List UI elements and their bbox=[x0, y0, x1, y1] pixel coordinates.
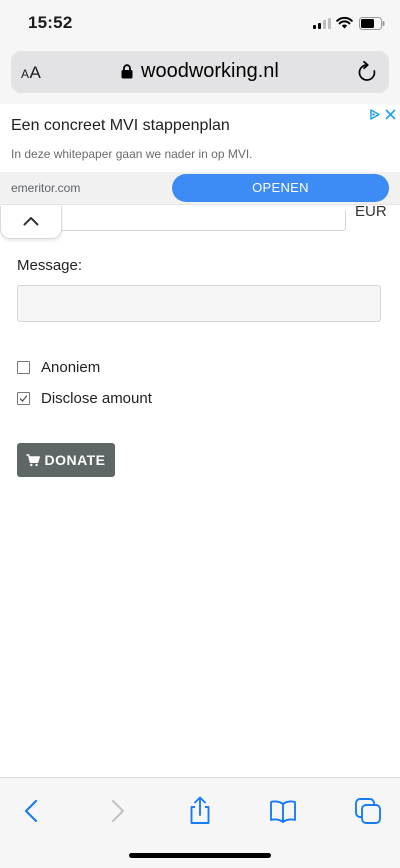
donate-button[interactable]: DONATE bbox=[17, 443, 115, 477]
donate-label: DONATE bbox=[44, 452, 106, 468]
home-indicator bbox=[129, 853, 271, 858]
reload-icon[interactable] bbox=[357, 61, 377, 83]
forward-icon[interactable] bbox=[102, 796, 132, 826]
share-icon[interactable] bbox=[185, 796, 215, 826]
ad-description: In deze whitepaper gaan we nader in op M… bbox=[11, 147, 253, 161]
ad-choices[interactable] bbox=[368, 108, 396, 121]
browser-top-bar: AA woodworking.nl bbox=[0, 46, 400, 104]
disclose-amount-checkbox[interactable] bbox=[17, 392, 30, 405]
ad-domain: emeritor.com bbox=[11, 181, 81, 195]
wifi-icon bbox=[336, 16, 353, 29]
cellular-signal-icon bbox=[313, 18, 331, 29]
collapse-ad-button[interactable] bbox=[0, 206, 62, 239]
back-icon[interactable] bbox=[17, 796, 47, 826]
adchoices-icon[interactable] bbox=[368, 108, 381, 121]
cart-icon bbox=[26, 453, 41, 466]
disclose-amount-option[interactable]: Disclose amount bbox=[17, 390, 152, 407]
currency-label: EUR bbox=[355, 203, 387, 220]
anoniem-option[interactable]: Anoniem bbox=[17, 359, 100, 376]
ad-close-icon[interactable] bbox=[385, 109, 396, 120]
message-field[interactable] bbox=[17, 285, 381, 322]
anoniem-label: Anoniem bbox=[41, 359, 101, 376]
chevron-up-icon bbox=[23, 217, 39, 226]
address-bar[interactable]: AA woodworking.nl bbox=[11, 51, 389, 93]
amount-input[interactable] bbox=[60, 210, 346, 231]
ad-banner[interactable]: Een concreet MVI stappenplan In deze whi… bbox=[0, 106, 400, 205]
text-size-button[interactable]: AA bbox=[21, 63, 41, 83]
url-text[interactable]: woodworking.nl bbox=[141, 60, 279, 83]
ad-footer: emeritor.com OPENEN bbox=[0, 172, 400, 204]
ad-title[interactable]: Een concreet MVI stappenplan bbox=[11, 117, 230, 135]
bookmarks-icon[interactable] bbox=[268, 796, 298, 826]
battery-icon bbox=[359, 17, 385, 30]
tabs-icon[interactable] bbox=[353, 796, 383, 826]
checkmark-icon bbox=[19, 395, 28, 402]
disclose-amount-label: Disclose amount bbox=[41, 390, 152, 407]
ad-open-button[interactable]: OPENEN bbox=[172, 174, 389, 202]
lock-icon bbox=[121, 64, 133, 79]
anoniem-checkbox[interactable] bbox=[17, 361, 30, 374]
status-bar: 15:52 bbox=[0, 0, 400, 46]
message-label: Message: bbox=[17, 257, 83, 274]
status-time: 15:52 bbox=[28, 13, 73, 32]
